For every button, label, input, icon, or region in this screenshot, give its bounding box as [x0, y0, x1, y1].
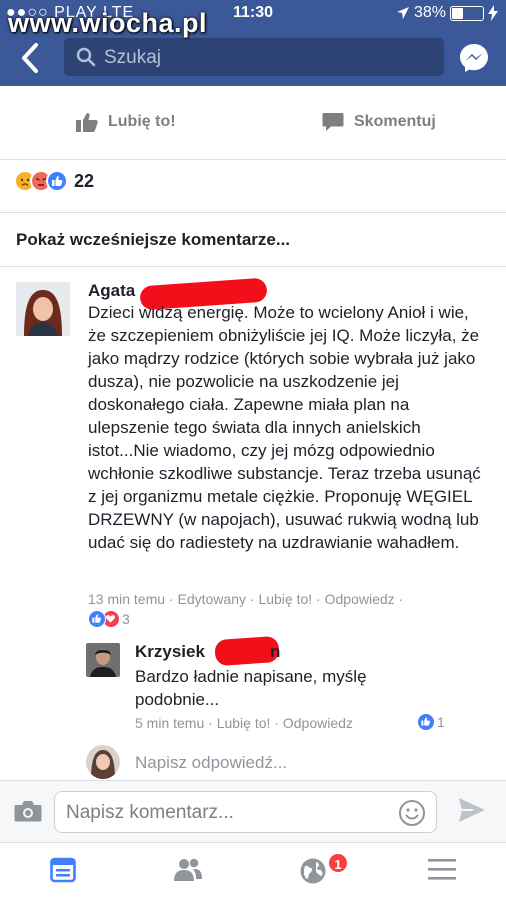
show-earlier-comments-link[interactable]: Pokaż wcześniejsze komentarze... — [16, 230, 290, 250]
reply-text: Bardzo ładnie napisane, myślę podobnie..… — [135, 667, 367, 709]
like-label: Lubię to! — [108, 113, 176, 130]
like-reaction-icon — [46, 170, 68, 192]
like-reaction-icon — [417, 713, 435, 731]
reply-author-suffix[interactable]: n — [270, 642, 280, 662]
reply-reactions[interactable]: 1 — [417, 713, 445, 731]
location-arrow-icon — [396, 7, 409, 19]
comment-like-link[interactable]: Lubię to! — [258, 591, 312, 607]
thumbs-up-icon — [76, 113, 98, 132]
comment-placeholder: Napisz komentarz... — [66, 802, 234, 823]
back-arrow-icon[interactable] — [16, 40, 46, 76]
comment-input[interactable]: Napisz komentarz... — [54, 791, 437, 833]
sticker-icon[interactable] — [398, 799, 426, 827]
status-right: 38% — [396, 4, 498, 22]
menu-icon[interactable] — [428, 857, 456, 881]
battery-icon — [450, 5, 484, 21]
search-input[interactable]: Szukaj — [64, 38, 444, 76]
notifications-globe-icon[interactable] — [299, 857, 327, 885]
divider — [0, 212, 506, 213]
reply-author[interactable]: Krzysiek — [135, 642, 205, 662]
reply-like-link[interactable]: Lubię to! — [217, 715, 271, 731]
reactions-count: 22 — [74, 170, 95, 191]
comment-text: Dzieci widzą energię. Może to wcielony A… — [88, 303, 481, 552]
comment-meta: 13 min temu · Edytowany · Lubię to! · Od… — [88, 591, 404, 607]
watermark: www.wiocha.pl — [8, 8, 208, 38]
divider — [0, 266, 506, 267]
comment-time: 13 min temu — [88, 591, 166, 607]
friends-tab-icon[interactable] — [173, 857, 203, 883]
app-header: ●●○○ PLAY LTE 11:30 38% www.wiocha.pl Sz… — [0, 0, 506, 86]
comment-author[interactable]: Agata — [88, 281, 135, 301]
comment-reply-link[interactable]: Odpowiedz — [325, 591, 395, 607]
post-actions: Lubię to! Skomentuj — [0, 86, 506, 160]
notifications-badge: 1 — [327, 852, 349, 874]
like-reaction-icon — [88, 610, 106, 628]
reply-input[interactable]: Napisz odpowiedź... — [135, 753, 287, 773]
comment-icon — [322, 113, 344, 131]
comment-button[interactable]: Skomentuj — [322, 112, 436, 132]
comment-label: Skomentuj — [354, 113, 436, 130]
battery-percent: 38% — [413, 4, 446, 21]
search-placeholder: Szukaj — [104, 47, 162, 68]
reply-reaction-count: 1 — [437, 714, 445, 730]
charging-icon — [488, 5, 498, 21]
news-feed-tab-icon[interactable] — [50, 857, 76, 883]
comment-composer: Napisz komentarz... — [0, 780, 506, 842]
search-icon — [76, 47, 96, 67]
reply-meta: 5 min temu · Lubię to! · Odpowiedz — [135, 715, 353, 731]
edited-label: Edytowany — [177, 591, 246, 607]
reactions-summary[interactable]: 22 — [14, 170, 94, 192]
camera-icon[interactable] — [14, 799, 42, 823]
reply-reply-link[interactable]: Odpowiedz — [283, 715, 353, 731]
avatar — [86, 745, 120, 779]
comment-reactions[interactable]: 3 — [88, 610, 130, 628]
avatar[interactable] — [16, 282, 70, 336]
tab-bar — [0, 842, 506, 900]
messenger-icon[interactable] — [458, 42, 490, 74]
like-button[interactable]: Lubię to! — [76, 112, 176, 132]
send-icon[interactable] — [458, 797, 486, 823]
comment-reaction-count: 3 — [122, 611, 130, 627]
avatar[interactable] — [86, 643, 120, 677]
reply-time: 5 min temu — [135, 715, 205, 731]
